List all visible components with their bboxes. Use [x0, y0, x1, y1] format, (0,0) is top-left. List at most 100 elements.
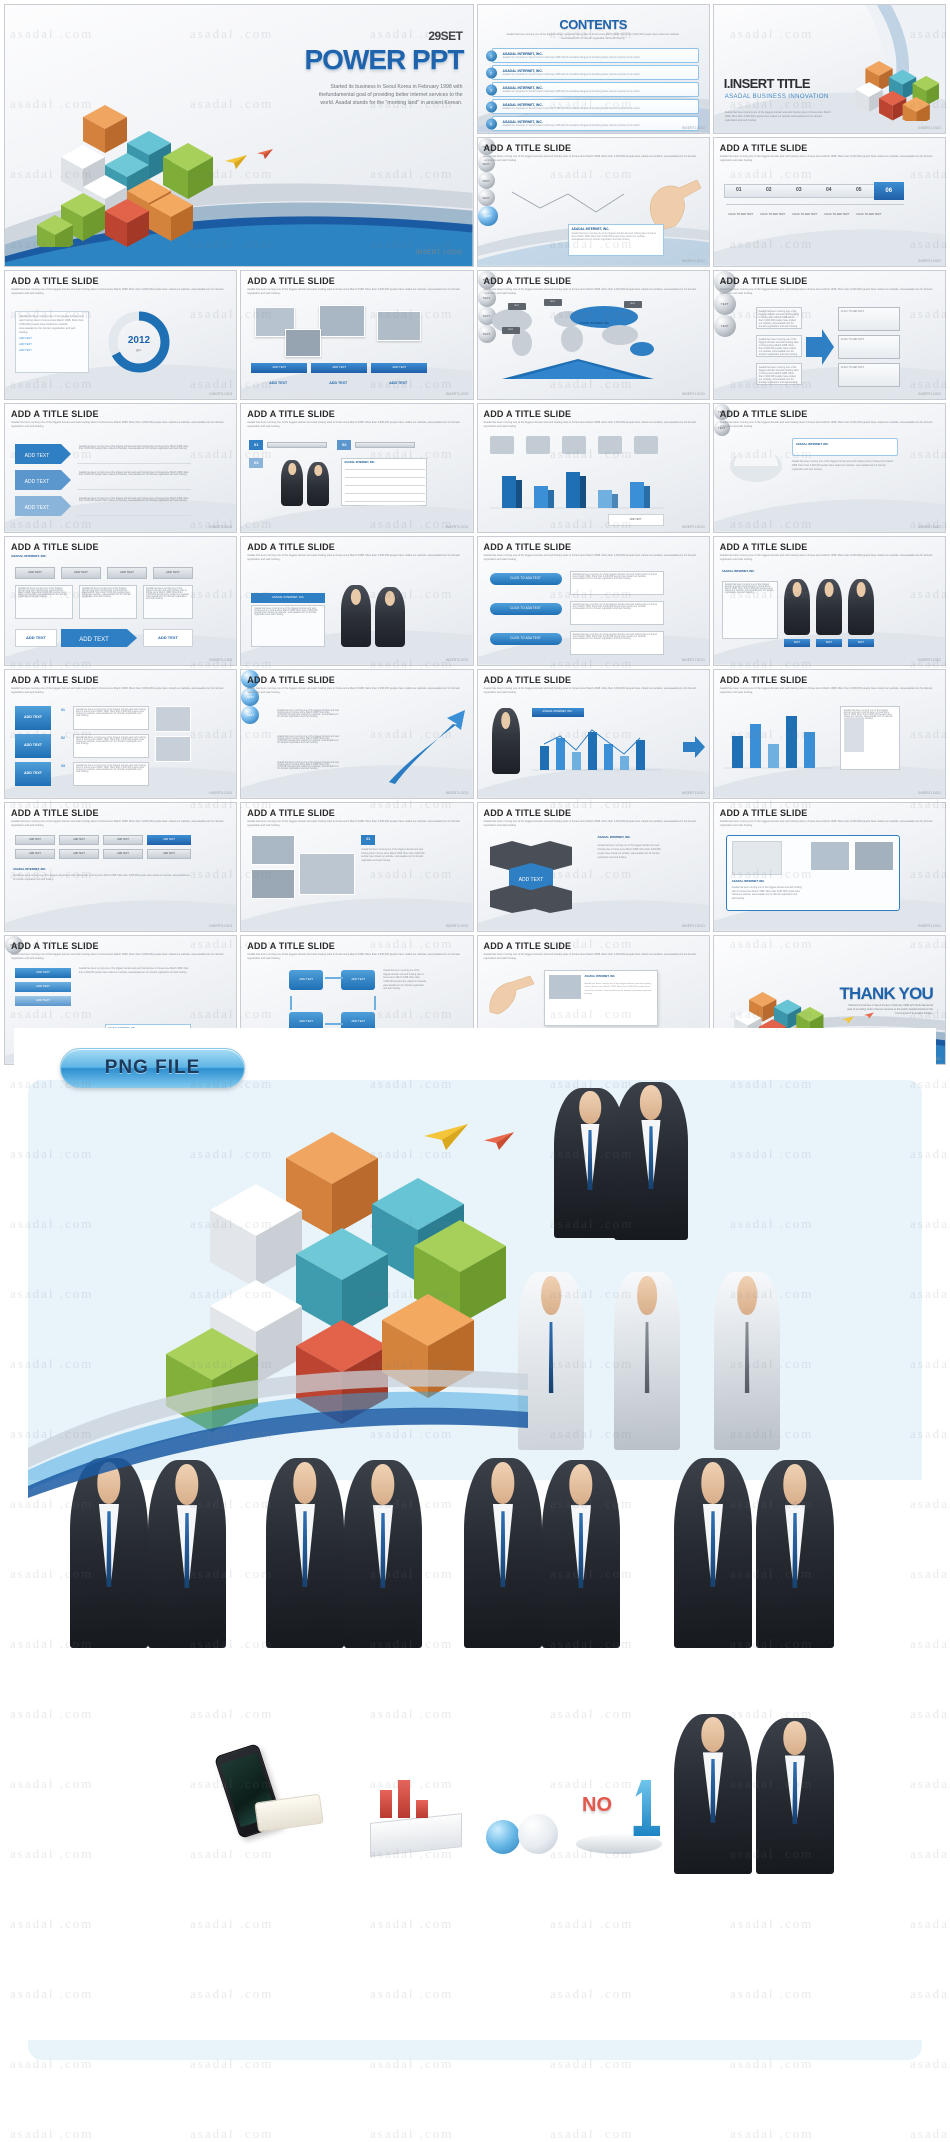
stage-sphere[interactable]: TEXT	[713, 293, 736, 315]
timeline-header[interactable]: ADD TEXT	[15, 567, 55, 579]
card-thumb[interactable]	[155, 736, 191, 762]
photo-thumb[interactable]	[843, 718, 864, 752]
add-text-box[interactable]: ADD TEXT	[143, 629, 193, 647]
slide-thumbnail-hex-flow[interactable]: ADD A TITLE SLIDE Asadal has been runnin…	[476, 802, 710, 932]
slide-thumbnail-photo-board[interactable]: ADD A TITLE SLIDE Asadal has been runnin…	[240, 802, 474, 932]
click-add-button[interactable]: CLICK TO ADA TEXT	[489, 603, 562, 615]
add-text-card[interactable]: ADD TEXT	[15, 762, 51, 786]
slide-thumbnail-numbered-cards[interactable]: ADD A TITLE SLIDE Asadal has been runnin…	[4, 669, 238, 799]
click-add-button[interactable]: CLICK TO ADA TEXT	[489, 633, 562, 645]
caption-button[interactable]: ADD TEXT	[371, 363, 428, 373]
result-box[interactable]: CLICK TO ADD TEXT	[837, 363, 900, 387]
slide-thumbnail-numbered-steps[interactable]: ADD A TITLE SLIDE Asadal has been runnin…	[712, 137, 946, 267]
add-text-card[interactable]: ADD TEXT	[15, 706, 51, 730]
contents-row[interactable]: 3 ASADAL INTERNET, INC. Asadal Inc's bus…	[485, 82, 699, 97]
slide-thumbnail-contents[interactable]: CONTENTS Asadal has been running one of …	[476, 4, 710, 134]
caption-button[interactable]: ADD TEXT	[251, 363, 308, 373]
timeline-header[interactable]: ADD TEXT	[153, 567, 193, 579]
add-text-box[interactable]: ADD TEXT	[15, 629, 57, 647]
flow-icon[interactable]	[633, 436, 658, 454]
matrix-header[interactable]: ADD TEXT	[15, 835, 55, 845]
hexagon-flow-diagram[interactable]: ADD TEXT	[486, 841, 590, 913]
slide-thumbnail-photo-grid[interactable]: ADD A TITLE SLIDE Asadal has been runnin…	[240, 270, 474, 400]
matrix-header[interactable]: ADD TEXT	[103, 835, 143, 845]
compare-label[interactable]: TEXT	[847, 639, 874, 647]
timeline-cell[interactable]: Asadal has been running one of the bigge…	[15, 585, 73, 619]
node-sphere[interactable]: TEXT	[477, 172, 495, 189]
photo-thumb[interactable]	[299, 853, 356, 895]
click-add-button[interactable]: CLICK TO ADA TEXT	[489, 573, 562, 585]
photo-thumb[interactable]	[319, 305, 366, 337]
map-marker[interactable]: TEXT	[501, 327, 520, 334]
add-text-card[interactable]: ADD TEXT	[15, 734, 51, 758]
panel-header[interactable]: ASADAL INTERNET, INC.	[251, 593, 326, 603]
flow-step[interactable]: ADD TEXT	[15, 996, 71, 1006]
caption-button[interactable]: ADD TEXT	[311, 363, 368, 373]
photo-thumb[interactable]	[251, 835, 296, 865]
contents-row[interactable]: 2 ASADAL INTERNET, INC. Asadal Inc's bus…	[485, 65, 699, 80]
slide-thumbnail-two-people-table[interactable]: ADD A TITLE SLIDE Asadal has been runnin…	[240, 403, 474, 533]
flow-step[interactable]: ADD TEXT	[15, 968, 71, 978]
matrix-cell[interactable]: ADD TEXT	[59, 849, 99, 859]
slide-thumbnail-three-men-compare[interactable]: ADD A TITLE SLIDE Asadal has been runnin…	[712, 536, 946, 666]
contents-row[interactable]: 1 ASADAL INTERNET, INC. Asadal Inc's bus…	[485, 48, 699, 63]
slide-thumbnail-book-panel[interactable]: ADD A TITLE SLIDE Asadal has been runnin…	[712, 802, 946, 932]
callout-box[interactable]: ASADAL INTERNET, INC.	[791, 438, 898, 456]
desc-box[interactable]: Asadal has been running one of the bigge…	[755, 335, 802, 357]
matrix-cell[interactable]: ADD TEXT	[15, 849, 55, 859]
flow-icon[interactable]	[561, 436, 586, 454]
arrow-tab[interactable]: ADD TEXT	[15, 444, 71, 464]
card-thumb[interactable]	[155, 706, 191, 732]
contents-row[interactable]: 5 ASADAL INTERNET, INC. Asadal Inc's bus…	[485, 116, 699, 131]
slide-thumbnail-presenter-chart[interactable]: ADD A TITLE SLIDE Asadal has been runnin…	[476, 669, 710, 799]
result-box[interactable]: CLICK TO ADD TEXT	[837, 335, 900, 359]
desc-box[interactable]: Asadal has been running one of the bigge…	[755, 363, 802, 385]
arrow-tab[interactable]: ADD TEXT	[15, 496, 71, 516]
slide-thumbnail-spheres-arrow[interactable]: ADD A TITLE SLIDE Asadal has been runnin…	[712, 270, 946, 400]
photo-thumb[interactable]	[809, 841, 850, 871]
flow-icon[interactable]	[489, 436, 514, 454]
slide-thumbnail-icon-flow-bars[interactable]: ADD A TITLE SLIDE Asadal has been runnin…	[476, 403, 710, 533]
map-marker[interactable]: TEXT	[543, 299, 562, 306]
compare-label[interactable]: TEXT	[783, 639, 810, 647]
map-marker[interactable]: TEXT	[623, 301, 642, 308]
timeline-cell[interactable]: Asadal has been running one of the bigge…	[143, 585, 193, 619]
flow-icon[interactable]	[597, 436, 622, 454]
slide-thumbnail-matrix-table[interactable]: ADD A TITLE SLIDE Asadal has been runnin…	[4, 802, 238, 932]
bullet-sphere[interactable]: TEXT	[241, 706, 260, 724]
slide-thumbnail-network-hand[interactable]: ADD A TITLE SLIDE Asadal has been runnin…	[476, 137, 710, 267]
slide-thumbnail-donut-chart[interactable]: ADD A TITLE SLIDE Asadal has been runnin…	[4, 270, 238, 400]
result-box[interactable]: CLICK TO ADD TEXT	[837, 307, 900, 331]
flow-icon[interactable]	[525, 436, 550, 454]
matrix-cell[interactable]: ADD TEXT	[147, 849, 191, 859]
text-panel[interactable]: Asadal has been running one of the bigge…	[15, 311, 89, 373]
photo-thumb[interactable]	[377, 311, 422, 341]
slide-thumbnail-timeline-boxes[interactable]: ADD A TITLE SLIDE ASADAL INTERNET, INC. …	[4, 536, 238, 666]
slide-thumbnail-world-map[interactable]: ADD A TITLE SLIDE Asadal has been runnin…	[476, 270, 710, 400]
contents-row[interactable]: 4 ASADAL INTERNET, INC. Asadal Inc's bus…	[485, 99, 699, 114]
chart-header[interactable]: ASADAL INTERNET, INC.	[531, 708, 584, 717]
slide-thumbnail-hero[interactable]: 29SET POWER PPT Started its business in …	[4, 4, 474, 267]
add-text-arrow[interactable]: ADD TEXT	[61, 629, 137, 647]
slide-thumbnail-arrow-list[interactable]: ADD A TITLE SLIDE Asadal has been runnin…	[4, 403, 238, 533]
stage-sphere[interactable]: TEXT	[713, 315, 736, 337]
slide-thumbnail-helmet-callout[interactable]: ADD A TITLE SLIDE Asadal has been runnin…	[712, 403, 946, 533]
matrix-header-active[interactable]: ADD TEXT	[147, 835, 191, 845]
timeline-cell[interactable]: Asadal has been running one of the bigge…	[79, 585, 137, 619]
slide-thumbnail-two-men-panel[interactable]: ADD A TITLE SLIDE Asadal has been runnin…	[240, 536, 474, 666]
slide-thumbnail-bar-chart-panel[interactable]: ADD A TITLE SLIDE Asadal has been runnin…	[712, 669, 946, 799]
map-callout[interactable]: ASADAL INTERNET, INC.	[574, 313, 616, 335]
matrix-header[interactable]: ADD TEXT	[59, 835, 99, 845]
map-marker[interactable]: TEXT	[507, 303, 526, 310]
photo-thumb[interactable]	[285, 329, 322, 357]
photo-thumb[interactable]	[853, 841, 894, 871]
callout-box[interactable]: ASADAL INTERNET, INC. Asadal has been ru…	[567, 224, 664, 256]
png-file-button[interactable]: PNG FILE	[60, 1048, 245, 1088]
flow-step[interactable]: ADD TEXT	[15, 982, 71, 992]
node-sphere[interactable]: TEXT	[477, 189, 495, 206]
timeline-header[interactable]: ADD TEXT	[107, 567, 147, 579]
step-number-active[interactable]: 06	[873, 182, 904, 200]
tablet-screen[interactable]: ASADAL INTERNET, INC. Asadal has been ru…	[543, 970, 658, 1026]
slide-thumbnail-circle-arrow-up[interactable]: ADD A TITLE SLIDE Asadal has been runnin…	[240, 669, 474, 799]
timeline-header[interactable]: ADD TEXT	[61, 567, 101, 579]
